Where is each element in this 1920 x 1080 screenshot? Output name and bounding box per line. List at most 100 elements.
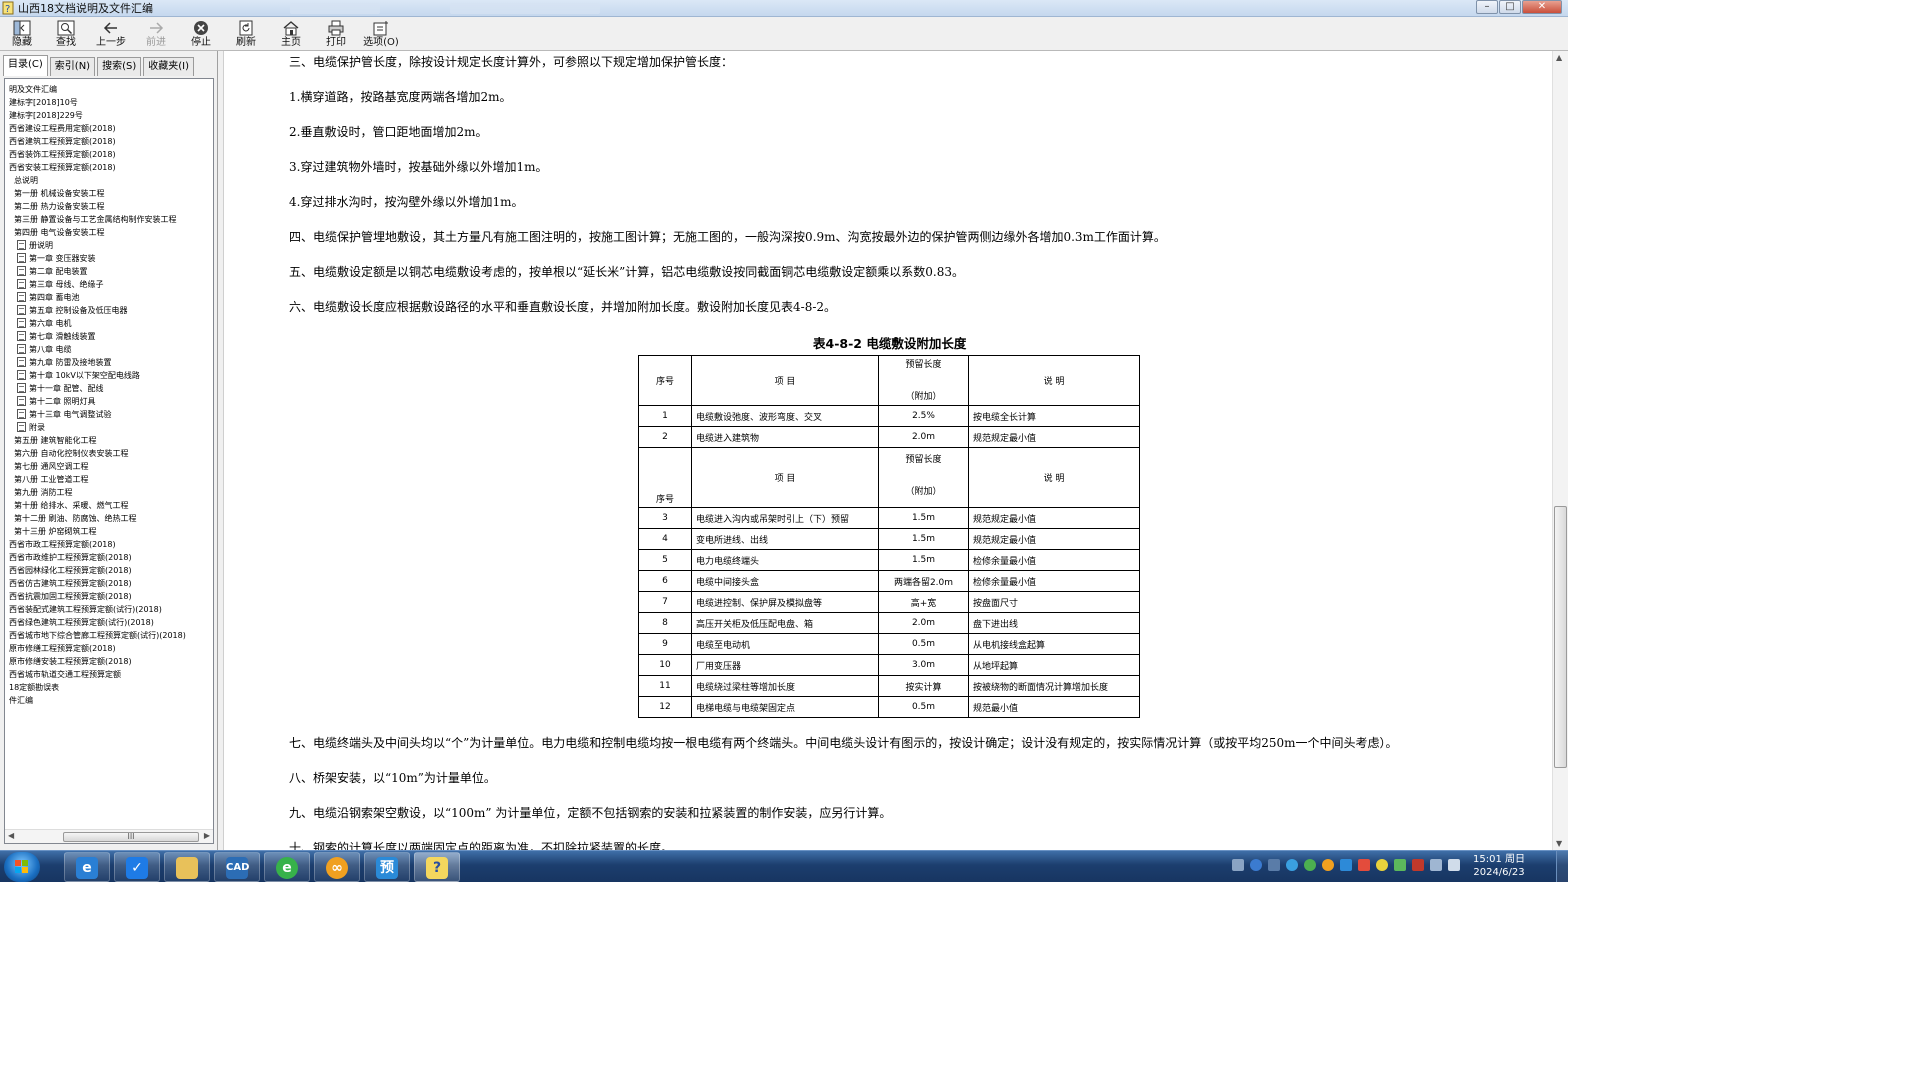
tree-item[interactable]: 建标字[2018]10号 [5, 96, 211, 109]
tree-item[interactable]: 西省城市轨道交通工程预算定额 [5, 668, 211, 681]
options-button[interactable]: 选项(O) [359, 19, 403, 49]
tree-horizontal-scrollbar[interactable]: ◀ III ▶ [5, 829, 213, 843]
tree-item[interactable]: 第十二章 照明灯具 [5, 395, 211, 408]
update-tray-icon[interactable] [1394, 859, 1406, 871]
refresh-button[interactable]: 刷新 [224, 19, 268, 49]
tree-item[interactable]: 原市修缮工程预算定额(2018) [5, 642, 211, 655]
taskbar-app-preview[interactable]: 预 [364, 852, 410, 882]
forward-button[interactable]: 前进 [134, 19, 178, 49]
tree-item[interactable]: 西省装饰工程预算定额(2018) [5, 148, 211, 161]
keyboard-icon[interactable] [1232, 859, 1244, 871]
taskbar-app-browser[interactable]: e [64, 852, 110, 882]
signal-icon[interactable] [1430, 859, 1442, 871]
start-button[interactable] [4, 852, 40, 882]
tree-item[interactable]: 18定额勘误表 [5, 681, 211, 694]
tree-item[interactable]: 件汇编 [5, 694, 211, 707]
tree-item[interactable]: 西省装配式建筑工程预算定额(试行)(2018) [5, 603, 211, 616]
alert-tray-icon[interactable] [1358, 859, 1370, 871]
tree-item[interactable]: 第三册 静置设备与工艺金属结构制作安装工程 [5, 213, 211, 226]
tree-item[interactable]: 第一册 机械设备安装工程 [5, 187, 211, 200]
tree-item[interactable]: 第九册 消防工程 [5, 486, 211, 499]
network-app-icon[interactable] [1286, 859, 1298, 871]
tree-item[interactable]: 第五册 建筑智能化工程 [5, 434, 211, 447]
tree-item[interactable]: 第三章 母线、绝缘子 [5, 278, 211, 291]
scroll-left-icon[interactable]: ◀ [8, 831, 14, 840]
tab-contents[interactable]: 目录(C) [3, 55, 48, 76]
app-tray-icon[interactable] [1340, 859, 1352, 871]
tree-item[interactable]: 西省城市地下综合管廊工程预算定额(试行)(2018) [5, 629, 211, 642]
taskbar-help-viewer[interactable]: ? [414, 852, 460, 882]
tree-item[interactable]: 西省市政维护工程预算定额(2018) [5, 551, 211, 564]
tree-item[interactable]: 第二章 配电装置 [5, 265, 211, 278]
cloud-tray-icon[interactable] [1322, 859, 1334, 871]
tree-item[interactable]: 第十三章 电气调整试验 [5, 408, 211, 421]
tree-item[interactable]: 西省绿色建筑工程预算定额(试行)(2018) [5, 616, 211, 629]
home-button[interactable]: 主页 [269, 19, 313, 49]
tree-item[interactable]: 第十三册 炉窑砌筑工程 [5, 525, 211, 538]
status-tray-icon[interactable] [1376, 859, 1388, 871]
tree-item[interactable]: 第七册 通风空调工程 [5, 460, 211, 473]
cell-no: 4 [638, 528, 692, 550]
cell-no: 6 [638, 570, 692, 592]
tree-item[interactable]: 第八册 工业管道工程 [5, 473, 211, 486]
help-icon[interactable] [1250, 859, 1262, 871]
tree-item[interactable]: 第十章 10kV以下架空配电线路 [5, 369, 211, 382]
scroll-up-icon[interactable]: ▲ [1556, 53, 1562, 62]
show-desktop-button[interactable] [1556, 851, 1568, 882]
tree-item[interactable]: 附录 [5, 421, 211, 434]
tree-item[interactable]: 第七章 滑触线装置 [5, 330, 211, 343]
content-vertical-scrollbar[interactable]: ▲ ▼ [1552, 51, 1568, 850]
minimize-button[interactable]: – [1476, 0, 1498, 14]
scroll-down-icon[interactable]: ▼ [1556, 839, 1562, 848]
security-icon[interactable] [1304, 859, 1316, 871]
tree-item[interactable]: 第四册 电气设备安装工程 [5, 226, 211, 239]
tree-item[interactable]: 第六章 电机 [5, 317, 211, 330]
tree-item[interactable]: 第六册 自动化控制仪表安装工程 [5, 447, 211, 460]
tree-item[interactable]: 第十一章 配管、配线 [5, 382, 211, 395]
tree-item[interactable]: 第八章 电缆 [5, 343, 211, 356]
tree-item[interactable]: 西省建筑工程预算定额(2018) [5, 135, 211, 148]
pane-splitter[interactable] [218, 51, 224, 850]
hide-button[interactable]: 隐藏 [0, 19, 44, 49]
close-button[interactable]: ✕ [1522, 0, 1562, 14]
arrow-icon[interactable] [1268, 859, 1280, 871]
tree-item[interactable]: 西省安装工程预算定额(2018) [5, 161, 211, 174]
taskbar-app-360-browser[interactable]: e [264, 852, 310, 882]
tab-search[interactable]: 搜索(S) [97, 57, 142, 76]
tree-item[interactable]: 第五章 控制设备及低压电器 [5, 304, 211, 317]
tree-item[interactable]: 原市修缮安装工程预算定额(2018) [5, 655, 211, 668]
maximize-button[interactable]: □ [1499, 0, 1521, 14]
tree-item[interactable]: 第四章 蓄电池 [5, 291, 211, 304]
tree-item[interactable]: 西省建设工程费用定额(2018) [5, 122, 211, 135]
tree-item[interactable]: 第二册 热力设备安装工程 [5, 200, 211, 213]
taskbar-file-explorer[interactable] [164, 852, 210, 882]
tree-item[interactable]: 第一章 变压器安装 [5, 252, 211, 265]
stop-button[interactable]: 停止 [179, 19, 223, 49]
taskbar-app-cad[interactable]: CAD [214, 852, 260, 882]
find-button[interactable]: 查找 [44, 19, 88, 49]
tree-item[interactable]: 册说明 [5, 239, 211, 252]
cell-note: 按被绕物的断面情况计算增加长度 [968, 675, 1140, 697]
speaker-icon[interactable] [1448, 859, 1460, 871]
tree-item[interactable]: 总说明 [5, 174, 211, 187]
scroll-thumb[interactable] [1554, 506, 1567, 768]
taskbar-app-feishu[interactable]: ✓ [114, 852, 160, 882]
tab-index[interactable]: 索引(N) [49, 57, 96, 76]
tab-favorites[interactable]: 收藏夹(I) [143, 57, 195, 76]
tree-item[interactable]: 第十二册 刷油、防腐蚀、绝热工程 [5, 512, 211, 525]
scroll-right-icon[interactable]: ▶ [204, 831, 210, 840]
print-button[interactable]: 打印 [314, 19, 358, 49]
tree-item[interactable]: 西省园林绿化工程预算定额(2018) [5, 564, 211, 577]
tree-item[interactable]: 西省仿古建筑工程预算定额(2018) [5, 577, 211, 590]
tree-item[interactable]: 第九章 防雷及接地装置 [5, 356, 211, 369]
tree-item[interactable]: 建标字[2018]229号 [5, 109, 211, 122]
tree-item[interactable]: 西省市政工程预算定额(2018) [5, 538, 211, 551]
system-clock[interactable]: 15:01 周日 2024/6/23 [1464, 853, 1534, 881]
taskbar-app-cloud[interactable]: ∞ [314, 852, 360, 882]
tree-item[interactable]: 西省抗震加固工程预算定额(2018) [5, 590, 211, 603]
back-button[interactable]: 上一步 [89, 19, 133, 49]
tree-item[interactable]: 第十册 给排水、采暖、燃气工程 [5, 499, 211, 512]
tree-item[interactable]: 明及文件汇编 [5, 83, 211, 96]
scroll-thumb[interactable]: III [63, 832, 199, 842]
volume-icon[interactable] [1412, 859, 1424, 871]
